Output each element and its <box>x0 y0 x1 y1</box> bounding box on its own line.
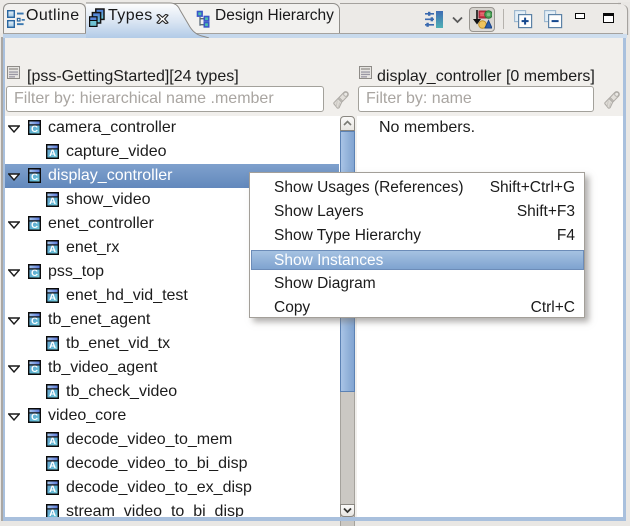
svg-text:C: C <box>31 220 38 231</box>
svg-text:A: A <box>49 340 56 351</box>
svg-text:C: C <box>31 124 38 135</box>
svg-text:A: A <box>49 292 56 303</box>
svg-text:C: C <box>31 172 38 183</box>
svg-text:C: C <box>31 316 38 327</box>
svg-text:A: A <box>49 484 56 495</box>
svg-text:C: C <box>31 364 38 375</box>
svg-text:A: A <box>49 196 56 207</box>
svg-text:A: A <box>49 388 56 399</box>
svg-text:A: A <box>49 436 56 447</box>
svg-text:A: A <box>49 244 56 255</box>
svg-text:A: A <box>49 460 56 471</box>
svg-text:C: C <box>31 412 38 423</box>
svg-text:A: A <box>49 148 56 159</box>
svg-text:C: C <box>31 268 38 279</box>
